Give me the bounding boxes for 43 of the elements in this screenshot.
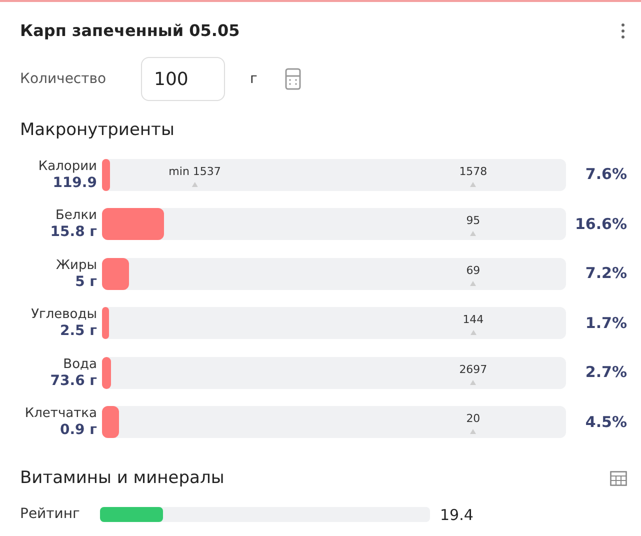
percent-value: 1.7%: [584, 312, 627, 334]
target-label: 2697: [459, 362, 488, 376]
nutrient-amount: 73.6 г: [50, 372, 97, 388]
percent-value: 4.5%: [584, 412, 627, 433]
target-label: 144: [462, 313, 484, 327]
section-heading: Макронутриенты: [19, 119, 176, 142]
percent-value: 7.2%: [584, 263, 627, 284]
nutrient-name: Углеводы: [31, 307, 97, 323]
percent-value: 2.7%: [584, 362, 627, 384]
nutrient-amount: 0.9 г: [60, 422, 97, 438]
target-label: 95: [466, 214, 480, 228]
nutrient-amount: 5 г: [75, 274, 97, 290]
marker-icon: [470, 182, 476, 186]
marker-icon: [470, 280, 476, 286]
marker-icon: [470, 330, 476, 335]
target-label: 20: [466, 412, 480, 426]
marker-icon: [470, 429, 476, 434]
target-label: 1578: [459, 164, 488, 178]
nutrient-name: Белки: [55, 208, 97, 224]
more-icon[interactable]: [621, 23, 625, 39]
calculator-icon[interactable]: [285, 68, 302, 90]
marker-icon: [470, 231, 476, 236]
quantity-field[interactable]: 100: [141, 57, 225, 101]
nutrient-amount: 15.8 г: [50, 224, 97, 240]
quantity-label: Количество: [20, 70, 108, 88]
percent-value: 7.6%: [584, 164, 627, 186]
nutrient-name: Калории: [38, 158, 97, 174]
rating-value: 19.4: [440, 504, 474, 526]
marker-icon: [470, 380, 476, 384]
marker-icon: [192, 182, 198, 186]
target-label: min 1537: [168, 164, 221, 178]
nutrient-amount: 2.5 г: [60, 323, 97, 339]
section-heading: Витамины и минералы: [20, 467, 224, 490]
table-icon[interactable]: [610, 471, 627, 486]
percent-value: 16.6%: [574, 214, 627, 235]
nutrient-name: Клетчатка: [24, 406, 97, 422]
target-label: 69: [466, 264, 480, 278]
nutrient-name: Жиры: [56, 258, 97, 274]
food-title: Карп запеченный 05.05: [20, 20, 240, 42]
nutrient-amount: 119.9: [52, 174, 97, 190]
unit-label: г: [250, 70, 258, 88]
rating-label: Рейтинг: [20, 505, 81, 524]
nutrient-name: Вода: [63, 356, 97, 372]
